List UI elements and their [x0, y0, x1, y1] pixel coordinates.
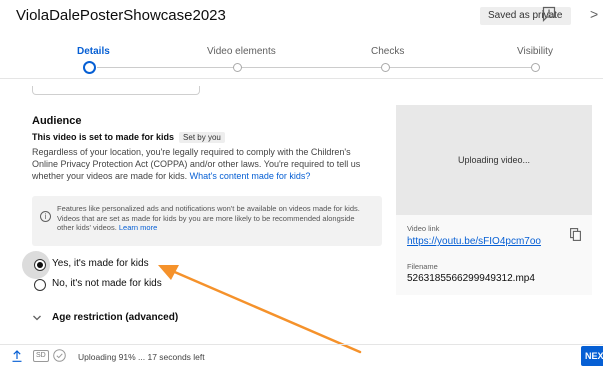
radio-button-unchecked[interactable]: [34, 279, 46, 291]
learn-more-link[interactable]: Learn more: [119, 223, 157, 232]
video-link-label: Video link: [407, 224, 440, 233]
stepper-track: [97, 67, 533, 68]
feedback-icon[interactable]: [542, 6, 556, 22]
audience-subheading-text: This video is set to made for kids: [32, 132, 175, 142]
upload-progress-status: Uploading 91% ... 17 seconds left: [78, 352, 205, 362]
step-details-dot[interactable]: [83, 61, 96, 74]
check-circle-icon: [53, 349, 66, 362]
upload-stepper: Details Video elements Checks Visibility: [0, 40, 603, 80]
step-visibility-dot[interactable]: [531, 63, 540, 72]
saved-status-badge: Saved as private: [480, 7, 571, 25]
step-video-elements-dot[interactable]: [233, 63, 242, 72]
radio-no-label: No, it's not made for kids: [52, 278, 162, 289]
step-video-elements-label[interactable]: Video elements: [207, 46, 276, 57]
step-checks-label[interactable]: Checks: [371, 46, 404, 57]
step-details-label[interactable]: Details: [77, 46, 110, 57]
next-button[interactable]: NEXT: [581, 346, 603, 366]
age-restriction-label: Age restriction (advanced): [52, 312, 179, 323]
stepper-divider: [0, 78, 603, 79]
kids-info-text: Features like personalized ads and notif…: [57, 204, 373, 233]
video-link[interactable]: https://youtu.be/sFIO4pcm7oo: [407, 236, 541, 247]
audience-description: Regardless of your location, you're lega…: [32, 146, 377, 182]
filename-value: 5263185566299949312.mp4: [407, 273, 535, 284]
filename-label: Filename: [407, 262, 438, 271]
kids-info-box: i Features like personalized ads and not…: [32, 196, 382, 246]
step-visibility-label[interactable]: Visibility: [517, 46, 553, 57]
kids-info-text-body: Features like personalized ads and notif…: [57, 204, 360, 232]
sd-quality-badge: SD: [33, 350, 49, 362]
video-preview: Uploading video...: [396, 105, 592, 215]
page-title: ViolaDalePosterShowcase2023: [16, 7, 226, 24]
info-icon: i: [40, 211, 51, 222]
audience-subheading: This video is set to made for kids Set by…: [32, 132, 225, 143]
radio-button-checked[interactable]: [34, 259, 46, 271]
audience-heading: Audience: [32, 115, 82, 127]
radio-yes-label: Yes, it's made for kids: [52, 258, 149, 269]
previous-field-edge[interactable]: [32, 86, 200, 95]
footer-divider: [0, 344, 603, 345]
chevron-down-icon: [33, 315, 41, 321]
set-by-badge: Set by you: [179, 132, 225, 143]
step-checks-dot[interactable]: [381, 63, 390, 72]
preview-status: Uploading video...: [457, 155, 531, 165]
copy-icon[interactable]: [570, 228, 581, 241]
chevron-right-icon[interactable]: >: [590, 6, 598, 22]
made-for-kids-info-link[interactable]: What's content made for kids?: [190, 171, 311, 181]
header: ViolaDalePosterShowcase2023 Saved as pri…: [0, 0, 603, 32]
upload-icon: [12, 350, 22, 362]
